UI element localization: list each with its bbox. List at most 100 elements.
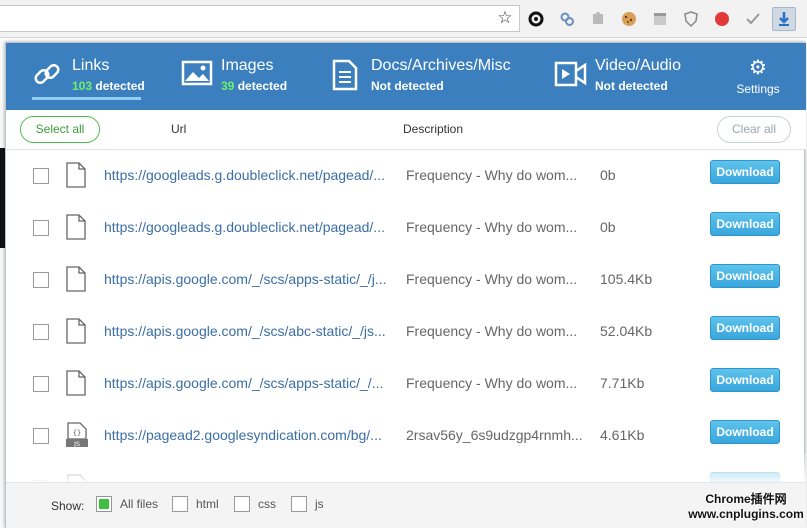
row-url[interactable]: https://googleads.g.doubleclick.net/page…: [104, 167, 391, 183]
watermark-line2: www.cnplugins.com: [688, 507, 804, 521]
select-all-button[interactable]: Select all: [20, 116, 100, 143]
row-size: 4.61Kb: [600, 427, 645, 443]
file-icon: [65, 162, 87, 188]
settings-button[interactable]: ⚙ Settings: [733, 58, 783, 96]
download-button[interactable]: Download: [710, 160, 780, 184]
row-checkbox[interactable]: [33, 376, 49, 392]
document-icon: [332, 59, 358, 96]
filter-css[interactable]: css: [234, 496, 276, 512]
tab-links[interactable]: Links 103 detected: [32, 43, 152, 110]
download-button[interactable]: Download: [710, 264, 780, 288]
row-url[interactable]: https://googleads.g.doubleclick.net/page…: [104, 219, 391, 235]
row-size: 105.4Kb: [600, 271, 653, 287]
clear-all-button[interactable]: Clear all: [717, 116, 791, 143]
filter-checkbox[interactable]: [172, 496, 188, 512]
row-size: 0b: [600, 219, 616, 235]
watermark-line1: Chrome插件网: [705, 492, 787, 506]
cookie-extension-icon[interactable]: [617, 7, 641, 31]
row-url[interactable]: https://pagead2.googlesyndication.com/bg…: [104, 427, 391, 443]
download-master-popup: Links 103 detected Images 39 detected Do…: [5, 42, 806, 528]
table-row: https://apis.google.com/_/scs/apps-stati…: [6, 358, 806, 410]
row-checkbox[interactable]: [33, 168, 49, 184]
red-extension-icon[interactable]: [710, 7, 734, 31]
download-button[interactable]: Download: [710, 316, 780, 340]
tab-video-title: Video/Audio: [595, 57, 681, 74]
puzzle-extension-icon[interactable]: [586, 7, 610, 31]
row-description: Frequency - Why do wom...: [406, 167, 578, 183]
gear-icon: ⚙: [749, 57, 767, 79]
filter-label: css: [258, 497, 276, 511]
video-icon: [554, 59, 588, 94]
row-description: 2rsav56y_6s9udzgp4rnmh...: [406, 427, 583, 443]
category-tabs: Links 103 detected Images 39 detected Do…: [6, 43, 806, 110]
image-icon: [181, 59, 213, 92]
tab-links-title: Links: [72, 57, 110, 74]
tab-links-count: 103 detected: [72, 79, 145, 93]
shield-extension-icon[interactable]: [679, 7, 703, 31]
svg-text:{}: {}: [73, 429, 81, 437]
extension-icons: [524, 7, 796, 31]
table-row: https://apis.google.com/_/scs/abc-static…: [6, 306, 806, 358]
row-checkbox[interactable]: [33, 220, 49, 236]
images-detected-label: detected: [237, 79, 288, 93]
gear-extension-icon[interactable]: [524, 7, 548, 31]
links-detected-label: detected: [95, 79, 145, 93]
row-description: Frequency - Why do wom...: [406, 323, 578, 339]
filter-js[interactable]: js: [291, 496, 324, 512]
active-tab-indicator: [32, 97, 141, 100]
js-file-icon: {} JS: [65, 422, 88, 448]
download-button[interactable]: Download: [710, 212, 780, 236]
row-description: Frequency - Why do wom...: [406, 219, 578, 235]
row-size: 0b: [600, 167, 616, 183]
scroll-fade: [6, 453, 806, 483]
column-url[interactable]: Url: [171, 122, 186, 136]
tab-docs[interactable]: Docs/Archives/Misc Not detected: [332, 43, 517, 110]
svg-text:JS: JS: [73, 440, 80, 448]
layout-extension-icon[interactable]: [648, 7, 672, 31]
check-extension-icon[interactable]: [741, 7, 765, 31]
star-icon[interactable]: ☆: [495, 8, 515, 28]
tab-images[interactable]: Images 39 detected: [181, 43, 301, 110]
link-list: https://googleads.g.doubleclick.net/page…: [6, 150, 806, 482]
row-checkbox[interactable]: [33, 272, 49, 288]
filter-all-files[interactable]: All files: [96, 496, 158, 512]
filter-bar: Show: All files html css js: [6, 482, 806, 528]
file-icon: [65, 370, 87, 396]
column-description[interactable]: Description: [403, 122, 463, 136]
tab-images-title: Images: [221, 57, 274, 74]
row-description: Frequency - Why do wom...: [406, 375, 578, 391]
filter-label: js: [315, 497, 324, 511]
download-extension-icon[interactable]: [772, 7, 796, 31]
row-checkbox[interactable]: [33, 324, 49, 340]
row-description: Frequency - Why do wom...: [406, 271, 578, 287]
tab-docs-status: Not detected: [371, 79, 444, 93]
filter-checkbox[interactable]: [291, 496, 307, 512]
tab-docs-title: Docs/Archives/Misc: [371, 57, 511, 74]
link-extension-icon[interactable]: [555, 7, 579, 31]
download-button[interactable]: Download: [710, 368, 780, 392]
links-count: 103: [72, 79, 93, 93]
row-url[interactable]: https://apis.google.com/_/scs/abc-static…: [104, 323, 391, 339]
column-header: Select all Url Description Clear all: [6, 110, 806, 150]
tab-images-count: 39 detected: [221, 79, 287, 93]
filter-checkbox[interactable]: [96, 496, 112, 512]
table-row: https://apis.google.com/_/scs/apps-stati…: [6, 254, 806, 306]
filter-html[interactable]: html: [172, 496, 219, 512]
watermark: Chrome插件网 www.cnplugins.com: [688, 492, 804, 522]
table-row: https://googleads.g.doubleclick.net/page…: [6, 150, 806, 202]
file-icon: [65, 266, 87, 292]
filter-label: html: [196, 497, 219, 511]
download-button[interactable]: Download: [710, 420, 780, 444]
show-label: Show:: [51, 499, 85, 513]
tab-video[interactable]: Video/Audio Not detected: [554, 43, 694, 110]
row-url[interactable]: https://apis.google.com/_/scs/apps-stati…: [104, 375, 391, 391]
filter-checkbox[interactable]: [234, 496, 250, 512]
images-count: 39: [221, 79, 235, 93]
browser-toolbar: ☆: [0, 0, 807, 38]
row-size: 52.04Kb: [600, 323, 653, 339]
row-checkbox[interactable]: [33, 428, 49, 444]
row-size: 7.71Kb: [600, 375, 645, 391]
row-url[interactable]: https://apis.google.com/_/scs/apps-stati…: [104, 271, 391, 287]
tab-video-status: Not detected: [595, 79, 668, 93]
address-bar[interactable]: [0, 5, 520, 32]
